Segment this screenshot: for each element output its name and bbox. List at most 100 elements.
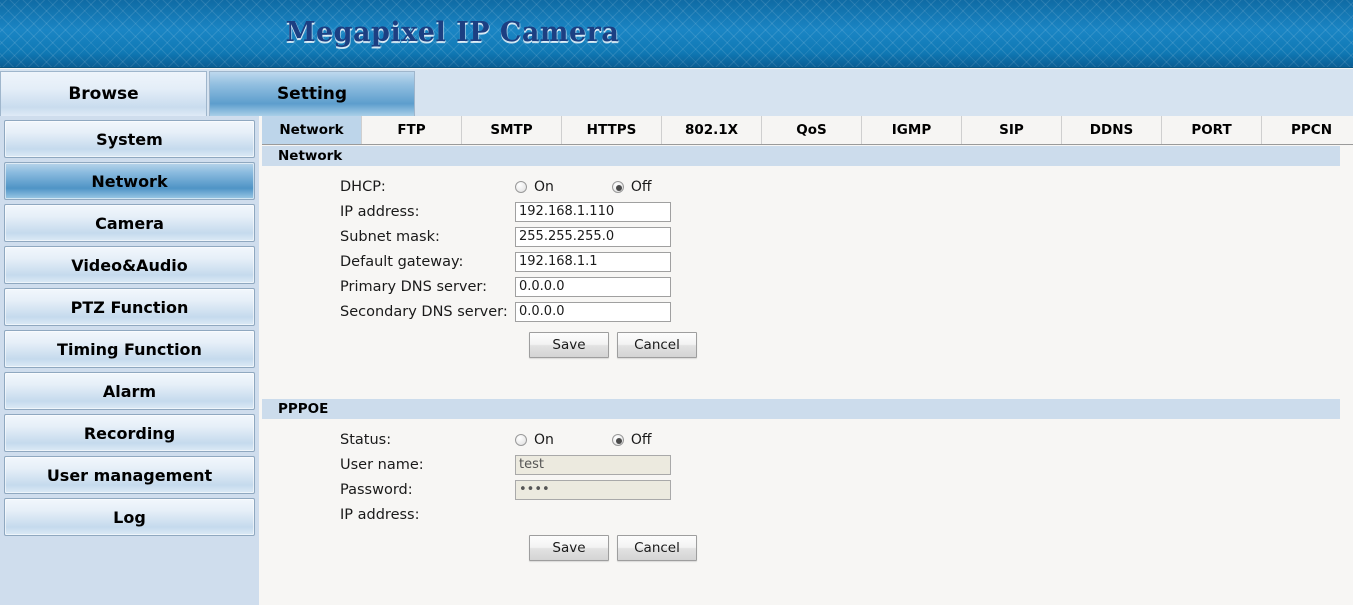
network-button-row: Save Cancel — [262, 324, 1353, 364]
subtab-label: DDNS — [1089, 122, 1134, 138]
sidebar-item-label: Network — [91, 171, 168, 191]
sidebar-item-log[interactable]: Log — [4, 498, 255, 536]
pppoe-ip-address-row: IP address: — [262, 502, 1353, 527]
sidebar-item-label: Alarm — [102, 381, 157, 401]
sidebar-item-label: Recording — [83, 423, 176, 443]
pppoe-status-radio-group: On Off — [515, 432, 652, 448]
pppoe-ip-address-label: IP address: — [340, 506, 420, 523]
secondary-dns-label: Secondary DNS server: — [340, 303, 508, 320]
app-header-banner: Megapixel IP Camera — [0, 0, 1353, 68]
subtab-ppcn[interactable]: PPCN — [1262, 116, 1353, 144]
dhcp-label: DHCP: — [340, 178, 386, 195]
sidebar-item-video-audio[interactable]: Video&Audio — [4, 246, 255, 284]
subtab-8021x[interactable]: 802.1X — [662, 116, 762, 144]
tab-browse-label: Browse — [68, 84, 139, 104]
dhcp-radio-off[interactable] — [611, 180, 624, 193]
secondary-dns-row: Secondary DNS server: — [262, 299, 1353, 324]
dhcp-on-label: On — [534, 178, 554, 195]
pppoe-status-row: Status: On Off — [262, 427, 1353, 452]
tab-setting[interactable]: Setting — [209, 71, 415, 116]
sidebar-item-label: Camera — [95, 213, 164, 233]
section-header-network-label: Network — [278, 148, 343, 164]
network-save-button[interactable]: Save — [529, 332, 609, 358]
tab-browse[interactable]: Browse — [0, 71, 207, 116]
page-title: Megapixel IP Camera — [285, 17, 620, 48]
pppoe-save-button[interactable]: Save — [529, 535, 609, 561]
sidebar-item-label: Timing Function — [57, 339, 202, 359]
primary-dns-row: Primary DNS server: — [262, 274, 1353, 299]
subtab-ftp[interactable]: FTP — [362, 116, 462, 144]
dhcp-off-label: Off — [630, 178, 652, 195]
subtab-label: PPCN — [1291, 122, 1332, 138]
tab-setting-label: Setting — [276, 84, 348, 104]
pppoe-password-row: Password: — [262, 477, 1353, 502]
sidebar-item-network[interactable]: Network — [4, 162, 255, 200]
tab-bar-filler — [416, 71, 1353, 116]
sidebar-item-label: Log — [113, 507, 146, 527]
sidebar-item-camera[interactable]: Camera — [4, 204, 255, 242]
ip-address-label: IP address: — [340, 203, 420, 220]
primary-dns-input[interactable] — [515, 276, 671, 297]
pppoe-status-label: Status: — [340, 431, 392, 448]
pppoe-password-label: Password: — [340, 481, 413, 498]
secondary-dns-input[interactable] — [515, 301, 671, 322]
sidebar-item-recording[interactable]: Recording — [4, 414, 255, 452]
sidebar-navigation: System Network Camera Video&Audio PTZ Fu… — [0, 116, 259, 605]
primary-dns-label: Primary DNS server: — [340, 278, 487, 295]
subtab-label: Network — [279, 122, 344, 138]
pppoe-username-input[interactable] — [515, 454, 671, 475]
sidebar-item-ptz-function[interactable]: PTZ Function — [4, 288, 255, 326]
subnet-mask-label: Subnet mask: — [340, 228, 440, 245]
pppoe-on-label: On — [534, 431, 554, 448]
section-header-pppoe: PPPOE — [262, 399, 1340, 419]
default-gateway-row: Default gateway: — [262, 249, 1353, 274]
subtab-igmp[interactable]: IGMP — [862, 116, 962, 144]
network-cancel-button[interactable]: Cancel — [617, 332, 697, 358]
subtab-network[interactable]: Network — [262, 116, 362, 144]
content-panel: Network FTP SMTP HTTPS 802.1X QoS IGMP S… — [262, 116, 1353, 605]
pppoe-radio-off[interactable] — [611, 433, 624, 446]
pppoe-cancel-button[interactable]: Cancel — [617, 535, 697, 561]
subtab-label: PORT — [1191, 122, 1232, 138]
sidebar-item-user-management[interactable]: User management — [4, 456, 255, 494]
subtab-label: SIP — [999, 122, 1024, 138]
ip-address-row: IP address: — [262, 199, 1353, 224]
sidebar-item-label: PTZ Function — [70, 297, 189, 317]
subtab-https[interactable]: HTTPS — [562, 116, 662, 144]
sidebar-item-label: User management — [46, 465, 213, 485]
pppoe-username-label: User name: — [340, 456, 424, 473]
pppoe-off-label: Off — [630, 431, 652, 448]
subtab-label: FTP — [397, 122, 426, 138]
subtab-qos[interactable]: QoS — [762, 116, 862, 144]
subtab-label: SMTP — [490, 122, 533, 138]
pppoe-password-input[interactable] — [515, 479, 671, 500]
pppoe-form: Status: On Off User name: Password: IP a… — [262, 427, 1353, 567]
subtab-port[interactable]: PORT — [1162, 116, 1262, 144]
primary-tab-bar: Browse Setting — [0, 69, 1353, 116]
subtab-ddns[interactable]: DDNS — [1062, 116, 1162, 144]
subnet-mask-row: Subnet mask: — [262, 224, 1353, 249]
subtab-sip[interactable]: SIP — [962, 116, 1062, 144]
pppoe-username-row: User name: — [262, 452, 1353, 477]
subtab-smtp[interactable]: SMTP — [462, 116, 562, 144]
subtab-label: HTTPS — [586, 122, 637, 138]
subtab-label: QoS — [796, 122, 827, 138]
sidebar-item-label: Video&Audio — [71, 255, 188, 275]
dhcp-row: DHCP: On Off — [262, 174, 1353, 199]
section-header-network: Network — [262, 146, 1340, 166]
default-gateway-label: Default gateway: — [340, 253, 464, 270]
pppoe-button-row: Save Cancel — [262, 527, 1353, 567]
section-header-pppoe-label: PPPOE — [278, 401, 329, 417]
sidebar-item-timing-function[interactable]: Timing Function — [4, 330, 255, 368]
sidebar-item-alarm[interactable]: Alarm — [4, 372, 255, 410]
subtab-label: IGMP — [891, 122, 932, 138]
subnet-mask-input[interactable] — [515, 226, 671, 247]
dhcp-radio-on[interactable] — [515, 180, 527, 193]
secondary-tab-bar: Network FTP SMTP HTTPS 802.1X QoS IGMP S… — [262, 116, 1353, 145]
sidebar-item-label: System — [96, 129, 163, 149]
ip-address-input[interactable] — [515, 201, 671, 222]
default-gateway-input[interactable] — [515, 251, 671, 272]
sidebar-item-system[interactable]: System — [4, 120, 255, 158]
pppoe-radio-on[interactable] — [515, 433, 527, 446]
dhcp-radio-group: On Off — [515, 179, 652, 195]
